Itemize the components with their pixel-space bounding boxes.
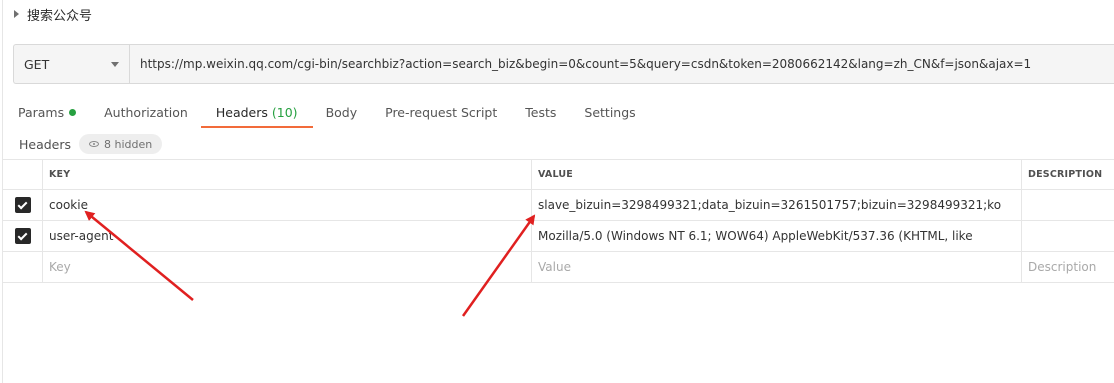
new-key-input[interactable]: Key [43,252,532,282]
column-header-value: VALUE [532,160,1022,189]
header-value: Mozilla/5.0 (Windows NT 6.1; WOW64) Appl… [538,229,973,243]
column-header-description: DESCRIPTION [1028,169,1103,180]
table-row: cookie slave_bizuin=3298499321;data_bizu… [3,190,1114,221]
tab-label: Pre-request Script [385,104,498,120]
table-row-new: Key Value Description [3,252,1114,283]
header-key: cookie [49,198,88,212]
checkmark-icon [17,199,28,209]
hidden-headers-toggle[interactable]: 8 hidden [79,134,163,154]
caret-right-icon[interactable] [14,10,19,18]
tab-label: Tests [525,104,557,120]
headers-label: Headers [19,136,72,152]
table-row: user-agent Mozilla/5.0 (Windows NT 6.1; … [3,221,1114,252]
row-check-cell [3,252,43,282]
tab-pre-request-script[interactable]: Pre-request Script [385,98,497,126]
request-title[interactable]: 搜索公众号 [14,4,92,24]
tab-tests[interactable]: Tests [525,98,556,126]
header-check-cell [3,160,43,189]
tab-label: Headers [215,104,268,120]
tab-params[interactable]: Params [18,98,77,126]
column-header-key: KEY [43,160,532,189]
key-placeholder: Key [49,260,71,274]
tab-label: Body [325,104,358,120]
table-header-row: KEY VALUE DESCRIPTION [3,159,1114,190]
headers-count: (10) [271,104,298,120]
checkmark-icon [17,230,28,240]
header-key-cell[interactable]: cookie [43,190,532,220]
tab-label: Params [18,104,65,120]
request-tabs: Params Authorization Headers (10) Body P… [18,98,664,128]
new-description-input[interactable]: Description [1022,252,1114,282]
chevron-down-icon [111,61,119,67]
headers-table: KEY VALUE DESCRIPTION cookie slave_bizui… [3,159,1114,283]
url-bar: GET https://mp.weixin.qq.com/cgi-bin/sea… [13,44,1114,84]
method-label: GET [24,56,50,72]
eye-icon [89,141,100,147]
description-placeholder: Description [1028,260,1097,274]
header-value-cell[interactable]: slave_bizuin=3298499321;data_bizuin=3261… [532,190,1022,220]
tab-label: Settings [584,104,636,120]
hidden-count: 8 hidden [104,137,153,151]
row-check-cell [3,190,43,220]
header-description-cell[interactable] [1022,221,1114,251]
row-checkbox[interactable] [14,228,31,244]
row-check-cell [3,221,43,251]
request-name: 搜索公众号 [27,8,93,24]
tab-label: Authorization [104,104,188,120]
header-value-cell[interactable]: Mozilla/5.0 (Windows NT 6.1; WOW64) Appl… [532,221,1022,251]
tab-authorization[interactable]: Authorization [104,98,188,126]
value-placeholder: Value [538,260,571,274]
url-input[interactable]: https://mp.weixin.qq.com/cgi-bin/searchb… [130,45,1114,83]
method-select[interactable]: GET [14,45,130,83]
new-value-input[interactable]: Value [532,252,1022,282]
row-checkbox[interactable] [14,197,31,213]
header-value: slave_bizuin=3298499321;data_bizuin=3261… [538,198,1002,212]
header-description-cell[interactable] [1022,190,1114,220]
tab-body[interactable]: Body [326,98,358,126]
params-indicator-dot [69,108,77,116]
active-tab-underline [200,126,313,128]
tab-headers[interactable]: Headers (10) [200,98,313,128]
headers-section-header: Headers 8 hidden [19,134,163,154]
header-key: user-agent [49,229,114,243]
tab-settings[interactable]: Settings [584,98,635,126]
header-key-cell[interactable]: user-agent [43,221,532,251]
